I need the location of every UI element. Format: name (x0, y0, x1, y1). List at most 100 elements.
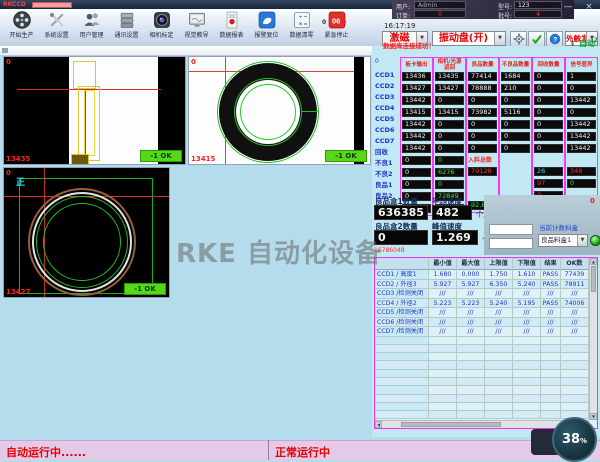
top-table-cell: 5116 (500, 108, 531, 119)
top-table-cell (566, 155, 597, 166)
empty-cell (375, 361, 429, 369)
result-cell: /// (561, 318, 589, 328)
tray-input-2[interactable] (489, 238, 533, 249)
data-clear-button[interactable]: +−×= 数据清零 (284, 10, 319, 45)
settings-mini-button[interactable] (510, 31, 527, 47)
scroll-up-icon[interactable]: ▲ (590, 258, 597, 265)
value-box: 0 (435, 96, 464, 105)
camera-view-2[interactable]: 0 13415 -1 OK (188, 56, 371, 165)
empty-cell (429, 395, 457, 403)
close-button[interactable]: × (581, 2, 597, 13)
empty-cell (375, 353, 429, 361)
user-label: 用户: (396, 2, 410, 11)
usage-percent: 38 (562, 432, 580, 447)
top-table-row-label: CCD7 (374, 136, 400, 147)
value-box: 0 (468, 144, 497, 153)
model-value: 123 (514, 1, 562, 9)
top-table-cell (500, 155, 531, 166)
empty-cell (541, 361, 561, 369)
empty-row (375, 395, 589, 403)
vibrator-dropdown-value: 振动盘(开) (433, 32, 494, 45)
top-table-cell: 0 (566, 84, 597, 95)
empty-cell (375, 386, 429, 394)
memory-usage-ball[interactable]: 38 % (552, 417, 597, 462)
empty-cell (485, 378, 513, 386)
top-table-row-label: CCD1 (374, 70, 400, 81)
camera-calibration-button[interactable]: 相机标定 (144, 10, 179, 45)
camera-view-1[interactable]: 0 13435 -1 OK (3, 56, 186, 165)
empty-cell (541, 411, 561, 419)
chevron-down-icon[interactable]: ▼ (494, 32, 505, 45)
empty-cell (485, 386, 513, 394)
camera-view-3[interactable]: 正 0 13427 -1 OK (3, 167, 170, 298)
vibrator-dropdown[interactable]: 振动盘(开) ▼ (432, 31, 506, 46)
chevron-down-icon[interactable]: ▼ (577, 235, 587, 246)
result-cell: CCD3 /检测关闭 (375, 289, 429, 299)
data-report-button[interactable]: 数据报表 (214, 10, 249, 45)
scroll-left-icon[interactable]: ◀ (375, 421, 382, 428)
top-table-cell: 13442 (401, 132, 432, 143)
avg-speed-value: 482 (432, 205, 472, 220)
minimize-button[interactable]: — (560, 2, 576, 13)
vscroll-thumb[interactable] (591, 266, 596, 292)
empty-cell (457, 337, 485, 345)
film-reel-icon (12, 10, 32, 30)
empty-row (375, 353, 589, 361)
empty-cell (561, 386, 589, 394)
empty-row (375, 337, 589, 345)
empty-cell (375, 411, 429, 419)
user-management-button[interactable]: 用户管理 (74, 10, 109, 45)
hscroll-thumb[interactable] (401, 422, 501, 427)
tray-input-1[interactable] (489, 224, 533, 235)
top-table-label-column: CCD1CCD2CCD3CCD4CCD5CCD6CCD7回收不良1不良2良品1良… (374, 70, 400, 202)
confirm-mini-button[interactable] (528, 31, 545, 47)
empty-cell (541, 337, 561, 345)
result-cell: /// (561, 308, 589, 318)
app-grid-icon[interactable] (2, 48, 8, 53)
alarm-reset-button[interactable]: 报警复位 (249, 10, 284, 45)
current-tray-label: 当前计数料盒 (539, 222, 578, 232)
help-mini-button[interactable]: ? (546, 31, 563, 47)
empty-cell (457, 386, 485, 394)
empty-cell (485, 337, 513, 345)
result-cell: PASS (541, 270, 561, 280)
measure-header-row: 最小值最大值上限值下限值结果OK数 (375, 258, 589, 270)
empty-cell (457, 345, 485, 353)
result-cell: 77439 (561, 270, 589, 280)
top-table-row-label: CCD3 (374, 92, 400, 103)
empty-row (375, 361, 589, 369)
top-table-column-header: 回收数量 (533, 58, 564, 71)
top-table-row-label: 良品1 (374, 180, 400, 191)
top-table-cell: 0 (533, 72, 564, 83)
scroll-down-icon[interactable]: ▼ (590, 413, 597, 420)
empty-cell (457, 378, 485, 386)
value-box: 0 (402, 180, 431, 189)
top-table-cell: 0 (500, 96, 531, 107)
toolbar-label: 系统设置 (44, 30, 68, 39)
empty-row (375, 386, 589, 394)
inlet-total-label: 入料总数 (467, 155, 498, 166)
system-settings-button[interactable]: 系统设置 (39, 10, 74, 45)
comm-settings-button[interactable]: 通讯设置 (109, 10, 144, 45)
empty-cell (541, 403, 561, 411)
top-table-cell: 0 (467, 120, 498, 131)
result-cell: PASS (541, 280, 561, 290)
top-table-cell: 97 (533, 179, 564, 190)
empty-cell (485, 395, 513, 403)
tray-dropdown[interactable]: 良品料盒1 ▼ (538, 234, 588, 247)
vision-teach-button[interactable]: 视觉教导 (179, 10, 214, 45)
value-box: 13415 (402, 108, 431, 117)
emergency-stop-button[interactable]: 06 紧急停止 (319, 10, 354, 45)
empty-cell (457, 411, 485, 419)
top-table-cell: 0 (467, 144, 498, 155)
empty-cell (513, 386, 541, 394)
top-table-cell: 0 (533, 84, 564, 95)
value-box: 13427 (402, 84, 431, 93)
svg-text:=: = (303, 21, 307, 28)
start-production-button[interactable]: 开始生产 (4, 10, 39, 45)
vertical-scrollbar[interactable]: ▲ ▼ (589, 258, 597, 420)
status-bar: 自动运行中...... 正常运行中 (0, 440, 600, 460)
empty-cell (541, 395, 561, 403)
menu-strip (0, 46, 372, 56)
empty-cell (561, 353, 589, 361)
